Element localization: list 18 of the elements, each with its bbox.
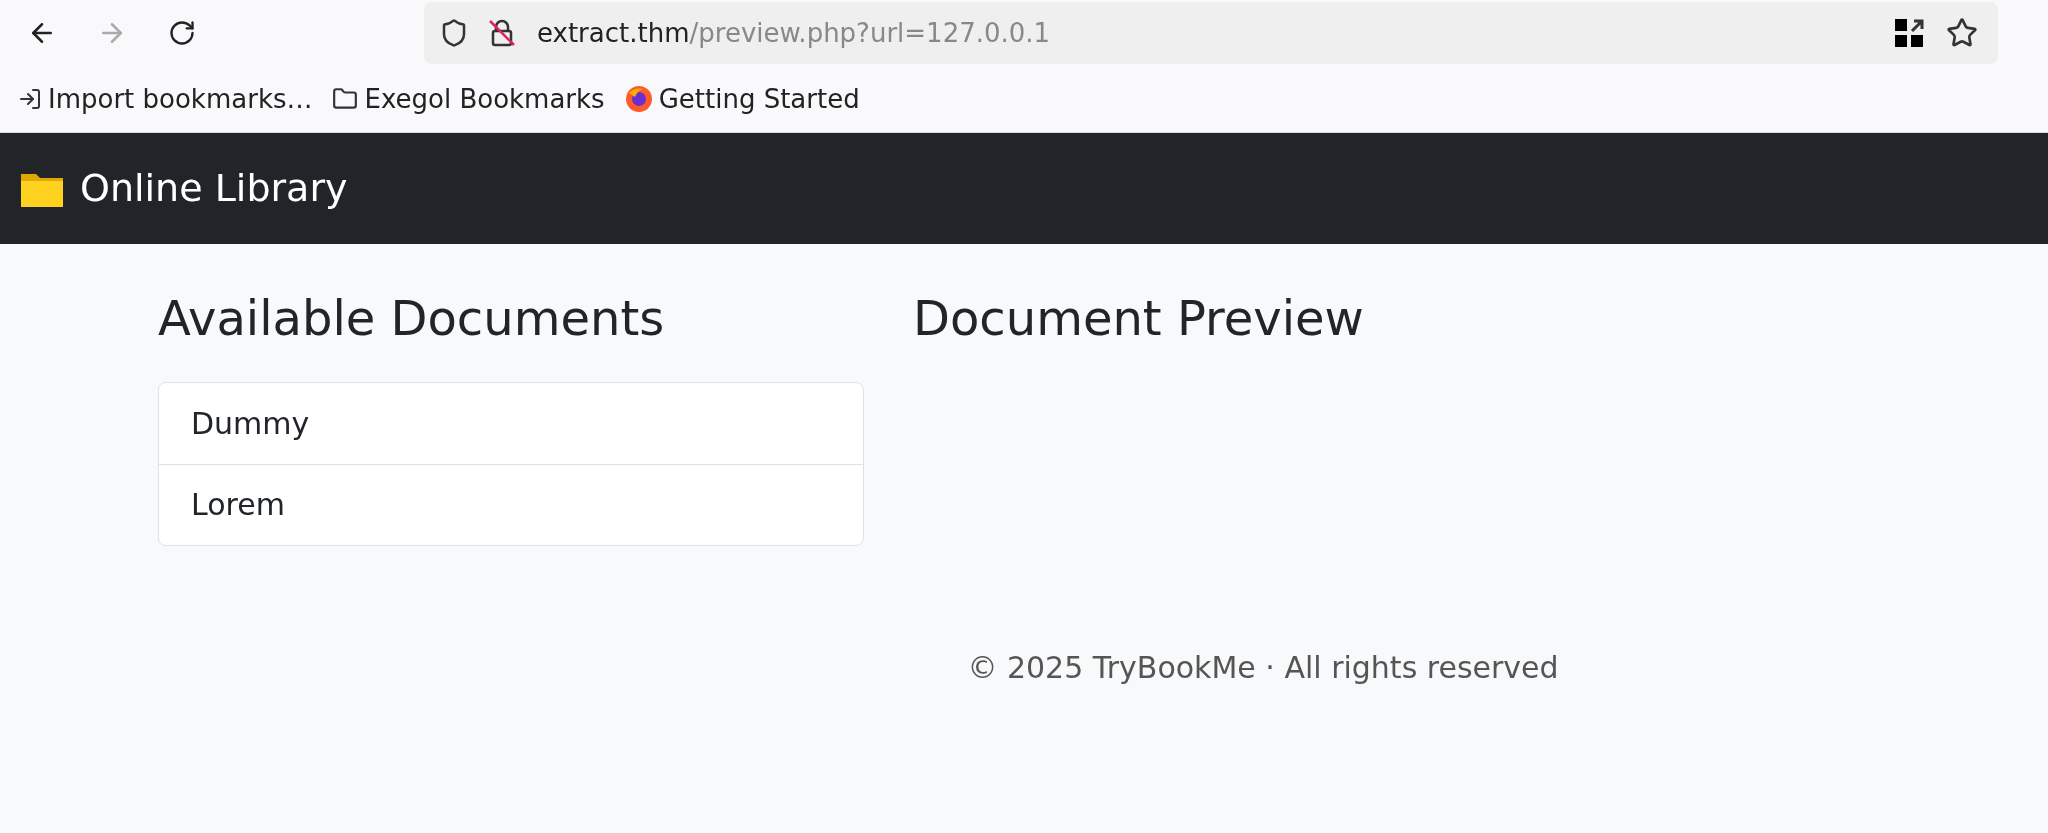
folder-icon [332,86,359,112]
grid-arrow-icon[interactable] [1894,18,1924,48]
url-text: extract.thm/preview.php?url=127.0.0.1 [537,16,1051,50]
document-list-item[interactable]: Dummy [159,382,863,464]
section-heading: Document Preview [913,290,1365,348]
bookmark-link[interactable]: Exegol Bookmarks [332,79,605,119]
address-bar[interactable]: extract.thm/preview.php?url=127.0.0.1 [424,2,1998,64]
bookmark-star-icon[interactable] [1946,17,1978,49]
bookmark-link[interactable]: Import bookmarks… [18,79,313,119]
bookmark-link[interactable]: Getting Started [624,79,860,119]
section-heading: Available Documents [158,290,666,348]
import-icon [18,87,42,111]
crossed-padlock-icon [487,18,517,48]
document-list-item[interactable]: Lorem [159,463,863,545]
browser-logo-icon [624,85,653,113]
footer-text: © 2025 TryBookMe · All rights reserved [966,648,1560,687]
brand-link[interactable]: Online Library [80,160,348,217]
reload-icon [168,19,196,47]
